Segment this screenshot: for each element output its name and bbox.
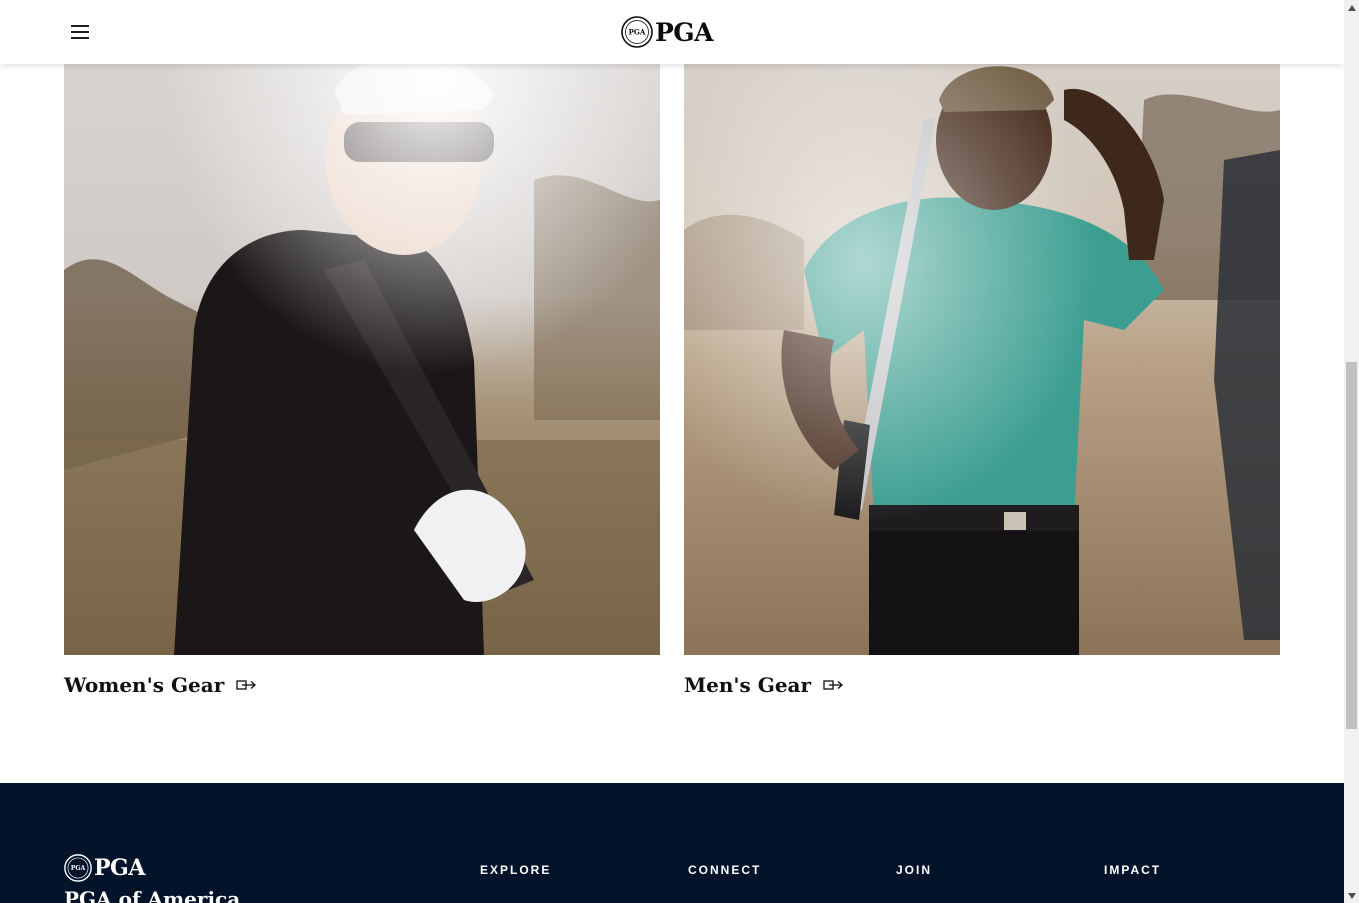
womens-gear-card[interactable]: Women's Gear bbox=[64, 0, 660, 697]
footer-org-name: PGA of America bbox=[64, 887, 241, 903]
footer-logo-text: PGA bbox=[94, 855, 145, 881]
hamburger-menu-icon bbox=[71, 25, 89, 27]
site-footer: PGA PGA PGA of America EXPLORE CONNECT J… bbox=[0, 783, 1344, 903]
page: PGA PGA Women's Gear Men's Gear PGA PGA … bbox=[0, 0, 1344, 903]
external-arrow-icon bbox=[823, 680, 844, 690]
womens-gear-photo[interactable] bbox=[64, 0, 660, 655]
womens-gear-title: Women's Gear bbox=[64, 673, 225, 697]
scroll-up-arrow-icon[interactable] bbox=[1344, 0, 1359, 15]
menu-button[interactable] bbox=[64, 16, 96, 48]
footer-seal-text: PGA bbox=[71, 865, 86, 872]
scroll-down-arrow-icon[interactable] bbox=[1344, 888, 1359, 903]
scrollbar-thumb[interactable] bbox=[1346, 362, 1357, 729]
site-header: PGA PGA bbox=[0, 0, 1344, 64]
mens-gear-link[interactable]: Men's Gear bbox=[684, 673, 845, 697]
seal-text: PGA bbox=[629, 28, 646, 37]
woman-golfer-image bbox=[64, 0, 660, 655]
pga-logo-link[interactable]: PGA PGA bbox=[621, 16, 714, 48]
footer-heading-connect: CONNECT bbox=[688, 863, 762, 877]
womens-gear-link[interactable]: Women's Gear bbox=[64, 673, 258, 697]
footer-heading-impact: IMPACT bbox=[1104, 863, 1162, 877]
mens-gear-title: Men's Gear bbox=[684, 673, 812, 697]
logo-text: PGA bbox=[655, 17, 714, 47]
vertical-scrollbar[interactable] bbox=[1344, 0, 1359, 903]
external-arrow-icon bbox=[236, 680, 257, 690]
footer-heading-explore: EXPLORE bbox=[480, 863, 552, 877]
man-golfer-image bbox=[684, 0, 1280, 655]
footer-pga-logo-link[interactable]: PGA PGA bbox=[64, 854, 145, 882]
pga-seal-icon: PGA bbox=[621, 16, 653, 48]
hamburger-menu-icon-bar bbox=[71, 37, 89, 39]
footer-heading-join: JOIN bbox=[896, 863, 933, 877]
mens-gear-photo[interactable] bbox=[684, 0, 1280, 655]
pga-seal-icon: PGA bbox=[64, 854, 92, 882]
mens-gear-card[interactable]: Men's Gear bbox=[684, 0, 1280, 697]
hamburger-menu-icon-bar bbox=[71, 31, 89, 33]
